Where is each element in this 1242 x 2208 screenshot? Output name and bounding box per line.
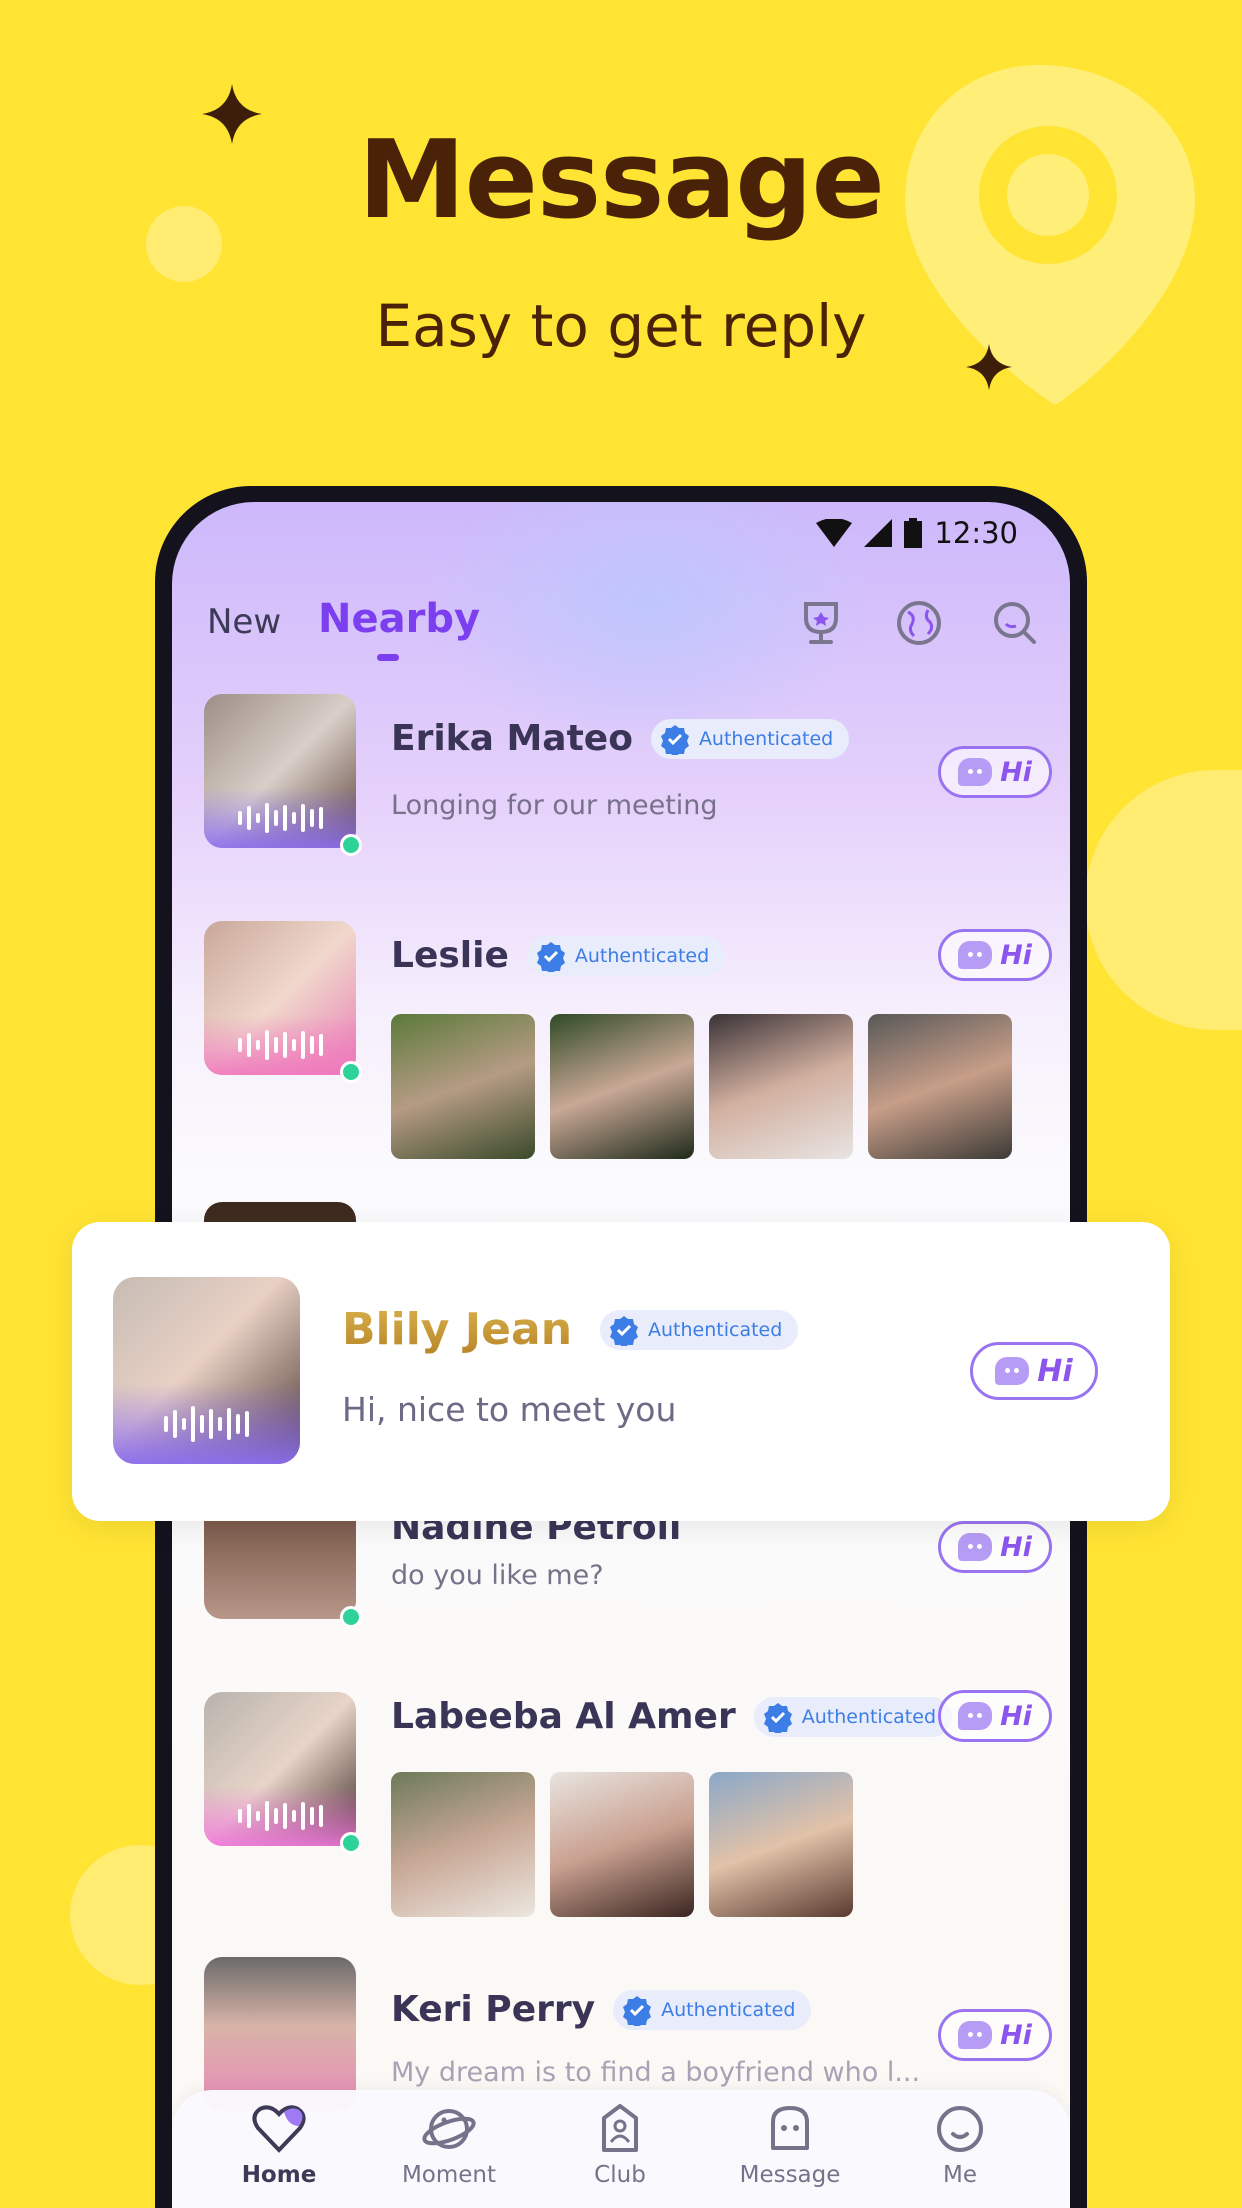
hi-label: Hi [1037, 1353, 1073, 1389]
chat-bubble-icon [958, 1702, 993, 1730]
badge-label: Authenticated [574, 944, 710, 967]
voice-wave-icon [204, 788, 356, 848]
user-name: Labeeba Al Amer [391, 1696, 736, 1737]
avatar[interactable] [204, 1692, 356, 1846]
hero-subtitle: Easy to get reply [375, 292, 867, 360]
badge-label: Authenticated [661, 1998, 796, 2021]
online-indicator [340, 1606, 362, 1628]
voice-wave-icon [204, 1015, 356, 1075]
nav-club[interactable]: Club [540, 2090, 700, 2208]
featured-user-card[interactable]: Blily Jean Authenticated Hi, nice to mee… [72, 1222, 1170, 1521]
club-icon [602, 2104, 638, 2152]
say-hi-button[interactable]: Hi [938, 746, 1052, 798]
list-item[interactable]: Labeeba Al Amer Authenticated [204, 1692, 952, 1917]
hi-label: Hi [1000, 939, 1032, 971]
list-item[interactable]: Leslie Authenticated [204, 921, 1012, 1159]
photo-thumbnail[interactable] [709, 1014, 853, 1159]
list-item[interactable]: Keri Perry Authenticated My dream is to … [204, 1957, 920, 2111]
voice-wave-icon [204, 1786, 356, 1846]
verified-badge: Authenticated [613, 1989, 812, 2030]
featured-user-message: Hi, nice to meet you [342, 1390, 677, 1429]
photo-thumbnail[interactable] [868, 1014, 1012, 1159]
trophy-icon[interactable] [796, 598, 846, 648]
status-time: 12:30 [934, 516, 1018, 550]
circle-decoration [1085, 770, 1242, 1030]
list-item[interactable]: Erika Mateo Authenticated Longing for ou… [204, 694, 850, 856]
tab-indicator [377, 654, 399, 661]
user-message: do you like me? [391, 1560, 604, 1591]
hi-label: Hi [1000, 1700, 1032, 1732]
user-message: My dream is to find a boyfriend who l... [391, 2057, 921, 2088]
nav-moment[interactable]: Moment [369, 2090, 529, 2208]
verified-icon [763, 1702, 792, 1733]
say-hi-button[interactable]: Hi [938, 1690, 1052, 1742]
verified-badge: Authenticated [650, 718, 850, 759]
photo-thumbnail[interactable] [709, 1772, 853, 1917]
search-icon[interactable] [990, 598, 1040, 648]
bottom-nav: Home Moment Club Message Me [172, 2090, 1070, 2208]
nav-label: Home [241, 2162, 317, 2188]
user-name: Erika Mateo [391, 718, 633, 759]
nav-home[interactable]: Home [199, 2090, 359, 2208]
voice-wave-icon [113, 1384, 300, 1464]
chat-bubble-icon [958, 2021, 993, 2049]
say-hi-button[interactable]: Hi [938, 1521, 1052, 1573]
verified-badge: Authenticated [600, 1309, 799, 1350]
verified-badge: Authenticated [753, 1696, 952, 1737]
user-message: Longing for our meeting [391, 790, 718, 821]
hi-label: Hi [1000, 2019, 1032, 2051]
hi-label: Hi [1000, 1531, 1032, 1563]
nav-message[interactable]: Message [710, 2090, 870, 2208]
verified-icon [536, 941, 565, 972]
globe-icon[interactable] [894, 598, 944, 648]
chat-bubble-icon [958, 941, 993, 969]
nav-label: Moment [401, 2162, 497, 2188]
online-indicator [340, 834, 362, 856]
user-name: Leslie [391, 935, 509, 976]
nav-label: Message [739, 2162, 841, 2188]
user-name: Keri Perry [391, 1989, 596, 2030]
nav-label: Me [943, 2162, 977, 2188]
verified-icon [610, 1315, 639, 1346]
avatar[interactable] [113, 1277, 300, 1464]
verified-icon [623, 1995, 652, 2026]
badge-label: Authenticated [698, 727, 834, 750]
say-hi-button[interactable]: Hi [970, 1342, 1098, 1400]
battery-icon [904, 518, 923, 548]
planet-icon [422, 2109, 476, 2149]
say-hi-button[interactable]: Hi [938, 2009, 1052, 2061]
signal-icon [864, 519, 893, 547]
chat-bubble-icon [958, 1533, 993, 1561]
heart-icon [252, 2105, 306, 2153]
hero-title: Message [358, 118, 885, 243]
hi-label: Hi [1000, 756, 1032, 788]
verified-icon [660, 724, 689, 755]
badge-label: Authenticated [801, 1705, 936, 1728]
online-indicator [340, 1061, 362, 1083]
online-indicator [340, 1832, 362, 1854]
avatar[interactable] [204, 694, 356, 848]
nav-label: Club [594, 2162, 646, 2188]
smile-icon [937, 2106, 983, 2152]
status-bar: 12:30 [816, 516, 1018, 550]
photo-thumbnail[interactable] [391, 1014, 535, 1159]
chat-icon [771, 2106, 809, 2150]
photo-thumbnail[interactable] [391, 1772, 535, 1917]
photo-thumbnail[interactable] [550, 1014, 694, 1159]
chat-bubble-icon [995, 1357, 1030, 1385]
avatar[interactable] [204, 921, 356, 1075]
photo-thumbnail[interactable] [550, 1772, 694, 1917]
badge-label: Authenticated [648, 1318, 783, 1341]
nav-me[interactable]: Me [880, 2090, 1040, 2208]
wifi-icon [816, 519, 853, 547]
verified-badge: Authenticated [526, 935, 726, 976]
say-hi-button[interactable]: Hi [938, 929, 1052, 981]
tab-nearby[interactable]: Nearby [318, 596, 480, 642]
avatar[interactable] [204, 1957, 356, 2111]
featured-user-name: Blily Jean [342, 1304, 573, 1355]
tab-new[interactable]: New [207, 602, 281, 642]
chat-bubble-icon [958, 758, 993, 786]
